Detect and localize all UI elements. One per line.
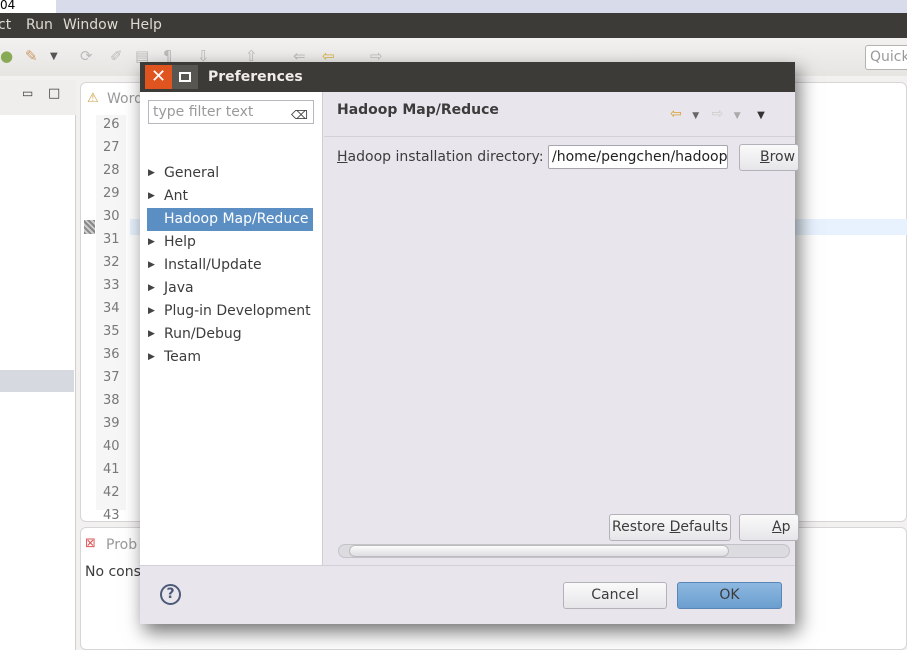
refresh-icon[interactable]: ⟳ xyxy=(80,47,93,65)
tree-item[interactable]: ▶ Ant xyxy=(147,185,313,208)
problems-icon: ⊠ xyxy=(85,536,96,551)
tree-item-label: Java xyxy=(164,280,194,296)
scrollbar-thumb[interactable] xyxy=(349,545,729,557)
line-number: 31 xyxy=(103,232,120,247)
line-number: 34 xyxy=(103,301,120,316)
quick-access-input[interactable]: Quick xyxy=(865,45,907,70)
maximize-icon[interactable] xyxy=(172,65,198,89)
filter-input[interactable]: type filter text ⌫ xyxy=(148,100,314,124)
line-number: 39 xyxy=(103,416,120,431)
menu-help[interactable]: Help xyxy=(130,13,162,38)
menu-bar: ct Run Window Help xyxy=(0,13,907,38)
menu-run[interactable]: Run xyxy=(26,13,53,38)
expand-arrow-icon[interactable]: ▶ xyxy=(148,346,155,369)
close-icon[interactable]: ✕ xyxy=(145,65,172,89)
browse-button[interactable]: Brow xyxy=(739,144,799,171)
dropdown-icon[interactable]: ▼ xyxy=(50,51,58,62)
cancel-button[interactable]: Cancel xyxy=(563,582,667,609)
preferences-dialog: ✕ Preferences type filter text ⌫ ▶ General… xyxy=(140,62,799,624)
left-panel-selection xyxy=(0,370,74,392)
brush-icon[interactable]: ✎ xyxy=(25,47,38,65)
ok-button[interactable]: OK xyxy=(677,582,782,609)
line-number: 30 xyxy=(103,209,120,224)
line-number: 37 xyxy=(103,370,120,385)
line-number: 40 xyxy=(103,439,120,454)
line-number: 42 xyxy=(103,485,120,500)
line-number: 36 xyxy=(103,347,120,362)
expand-arrow-icon[interactable]: ▶ xyxy=(148,185,155,208)
line-number: 28 xyxy=(103,163,120,178)
tree-item-label: Ant xyxy=(164,188,188,204)
editor-tab[interactable]: 04 xyxy=(0,0,56,13)
tree-item[interactable]: ▶ Install/Update xyxy=(147,254,313,277)
help-icon[interactable]: ? xyxy=(160,584,181,605)
tree-item[interactable]: ▶ Java xyxy=(147,277,313,300)
horizontal-scrollbar[interactable] xyxy=(338,544,790,558)
line-number: 41 xyxy=(103,462,120,477)
menu-window[interactable]: Window xyxy=(63,13,118,38)
tree-item-label: Plug-in Development xyxy=(164,303,311,319)
tree-item-label: Team xyxy=(164,349,202,365)
separator xyxy=(324,136,795,137)
left-panel xyxy=(0,80,76,650)
forward-dropdown-icon[interactable]: ▼ xyxy=(734,111,741,121)
tree-item[interactable]: Hadoop Map/Reduce xyxy=(147,208,313,231)
restore-defaults-button[interactable]: Restore Defaults xyxy=(609,514,731,541)
preference-tree: type filter text ⌫ ▶ General ▶ Ant Hadoop Map… xyxy=(140,92,323,565)
apply-button[interactable]: Ap xyxy=(739,514,799,541)
line-number: 35 xyxy=(103,324,120,339)
line-number: 29 xyxy=(103,186,120,201)
maximize-icon[interactable]: □ xyxy=(48,86,60,101)
open-type-icon[interactable]: ● xyxy=(0,47,13,65)
menu-project[interactable]: ct xyxy=(0,13,11,38)
left-panel-header: ▭ □ xyxy=(0,80,76,115)
tree-item[interactable]: ▶ Team xyxy=(147,346,313,369)
view-menu-icon[interactable]: ▼ xyxy=(757,110,765,121)
clear-filter-icon[interactable]: ⌫ xyxy=(291,104,308,126)
java-file-icon: ⚠ xyxy=(87,91,99,106)
expand-arrow-icon[interactable]: ▶ xyxy=(148,277,155,300)
tree-item-label: Run/Debug xyxy=(164,326,242,342)
dialog-title: Preferences xyxy=(208,69,303,85)
expand-arrow-icon[interactable]: ▶ xyxy=(148,162,155,185)
line-number: 38 xyxy=(103,393,120,408)
problems-title[interactable]: Prob xyxy=(106,537,137,553)
expand-arrow-icon[interactable]: ▶ xyxy=(148,300,155,323)
editor-tab-bar xyxy=(0,0,907,13)
line-number: 26 xyxy=(103,117,120,132)
marker-icon xyxy=(84,220,95,234)
line-number: 32 xyxy=(103,255,120,270)
tree-item[interactable]: ▶ Help xyxy=(147,231,313,254)
tree-item[interactable]: ▶ General xyxy=(147,162,313,185)
page-title: Hadoop Map/Reduce xyxy=(337,102,499,118)
edit-icon[interactable]: ✐ xyxy=(110,47,123,65)
line-number: 27 xyxy=(103,140,120,155)
expand-arrow-icon[interactable]: ▶ xyxy=(148,323,155,346)
back-icon[interactable]: ⇦ xyxy=(670,106,682,122)
tree-item[interactable]: ▶ Plug-in Development xyxy=(147,300,313,323)
tree-item-label: Hadoop Map/Reduce xyxy=(164,211,309,227)
hadoop-dir-input[interactable]: /home/pengchen/hadoop xyxy=(548,145,728,169)
dialog-button-bar: ? Cancel OK xyxy=(140,565,795,624)
back-dropdown-icon[interactable]: ▼ xyxy=(692,111,699,121)
hadoop-dir-label: Hadoop installation directory: xyxy=(337,149,544,165)
page-navigation: ⇦ ▼ ⇨ ▼ ▼ xyxy=(670,106,765,122)
tree-item-label: General xyxy=(164,165,220,181)
expand-arrow-icon[interactable]: ▶ xyxy=(148,254,155,277)
filter-placeholder: type filter text xyxy=(153,104,254,120)
line-number: 33 xyxy=(103,278,120,293)
tree-item-label: Help xyxy=(164,234,196,250)
expand-arrow-icon[interactable]: ▶ xyxy=(148,231,155,254)
dialog-titlebar: ✕ Preferences xyxy=(140,62,795,92)
minimize-icon[interactable]: ▭ xyxy=(22,86,33,100)
forward-icon[interactable]: ⇨ xyxy=(712,106,724,122)
line-number: 43 xyxy=(103,508,120,523)
tree-item[interactable]: ▶ Run/Debug xyxy=(147,323,313,346)
tab-label: 04 xyxy=(0,0,16,12)
editor-title[interactable]: Word xyxy=(107,91,143,107)
tree-item-label: Install/Update xyxy=(164,257,262,273)
